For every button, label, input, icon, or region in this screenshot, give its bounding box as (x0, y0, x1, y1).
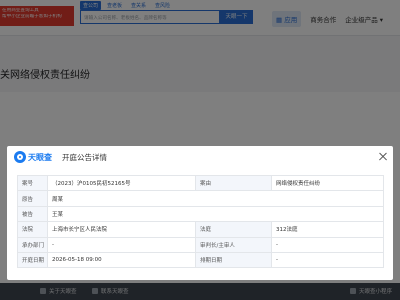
table-row: 承办部门 - 审判长/主审人 - (17, 236, 384, 253)
close-icon[interactable] (378, 151, 388, 161)
table-row: 开庭日期 2026-05-18 09:00 排期日期 - (17, 251, 384, 269)
department-value: - (47, 236, 196, 253)
presiding-judge-value: - (271, 236, 384, 253)
case-number-label: 案号 (17, 174, 48, 192)
eye-logo-icon (14, 151, 26, 163)
presiding-judge-label: 审判长/主审人 (195, 236, 272, 253)
hearing-date-label: 开庭日期 (17, 251, 48, 269)
table-row: 案号 （2023）沪0105民初52165号 案由 网络侵权责任纠纷 (17, 174, 384, 192)
table-row: 被告 王某 (17, 205, 384, 223)
tianyancha-logo: 天眼查 (14, 151, 52, 163)
modal-title: 开庭公告详情 (62, 153, 107, 162)
courtroom-value: 312法庭 (271, 221, 384, 238)
department-label: 承办部门 (17, 236, 48, 253)
cause-value: 网络侵权责任纠纷 (271, 174, 384, 192)
announcement-detail-modal: 天眼查 开庭公告详情 案号 （2023）沪0105民初52165号 案由 网络侵… (7, 146, 393, 280)
table-row: 法院 上海市长宁区人民法院 法庭 312法庭 (17, 221, 384, 238)
courtroom-label: 法庭 (195, 221, 272, 238)
cause-label: 案由 (195, 174, 272, 192)
detail-table: 案号 （2023）沪0105民初52165号 案由 网络侵权责任纠纷 原告 周某… (17, 174, 384, 269)
plaintiff-label: 原告 (17, 190, 48, 207)
logo-text: 天眼查 (28, 152, 52, 162)
schedule-date-value: - (271, 251, 384, 269)
schedule-date-label: 排期日期 (195, 251, 272, 269)
defendant-label: 被告 (17, 205, 48, 223)
case-number-value: （2023）沪0105民初52165号 (47, 174, 196, 192)
table-row: 原告 周某 (17, 190, 384, 207)
plaintiff-value[interactable]: 周某 (47, 190, 384, 207)
court-value: 上海市长宁区人民法院 (47, 221, 196, 238)
defendant-value[interactable]: 王某 (47, 205, 384, 223)
hearing-date-value: 2026-05-18 09:00 (47, 251, 196, 269)
court-label: 法院 (17, 221, 48, 238)
modal-header: 天眼查 开庭公告详情 (7, 146, 393, 168)
